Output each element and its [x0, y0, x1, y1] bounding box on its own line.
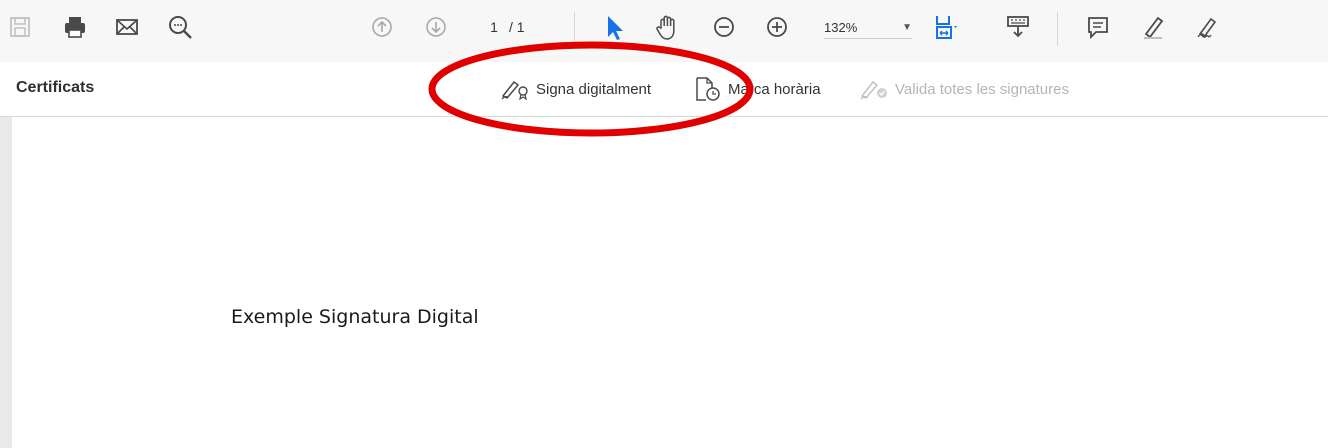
timestamp-button[interactable]: Marca horària: [694, 76, 821, 102]
page-gutter: [0, 117, 12, 448]
fill-sign-icon[interactable]: [1191, 10, 1225, 44]
sign-pen-icon: [501, 80, 528, 101]
search-icon[interactable]: [163, 10, 197, 44]
hand-icon[interactable]: [650, 10, 684, 44]
prev-page-icon[interactable]: [365, 10, 399, 44]
comment-icon[interactable]: [1081, 10, 1115, 44]
toolbar-divider: [574, 12, 575, 46]
panel-title: Certificats: [16, 79, 95, 96]
zoom-dropdown[interactable]: 132% ▼: [824, 16, 912, 39]
fit-width-icon[interactable]: [929, 10, 963, 44]
validate-pen-icon: [860, 80, 887, 100]
print-icon[interactable]: [58, 10, 92, 44]
chevron-down-icon: ▼: [902, 21, 912, 33]
document-clock-icon: [696, 77, 720, 101]
email-icon[interactable]: [110, 10, 144, 44]
certificates-toolbar: Certificats Signa digitalment Marca horà…: [0, 62, 1328, 117]
highlight-icon[interactable]: [1136, 10, 1170, 44]
page-indicator: 1 / 1: [479, 16, 569, 38]
document-viewport[interactable]: Exemple Signatura Digital: [0, 117, 1328, 448]
zoom-out-icon[interactable]: [707, 10, 741, 44]
zoom-in-icon[interactable]: [760, 10, 794, 44]
validate-all-signatures-button[interactable]: Valida totes les signatures: [859, 76, 1069, 102]
main-toolbar: 1 / 1 132% ▼: [0, 0, 1328, 62]
timestamp-label: Marca horària: [728, 80, 821, 98]
sign-digitally-label: Signa digitalment: [536, 80, 652, 98]
save-icon[interactable]: [3, 10, 37, 44]
page-total: / 1: [509, 19, 525, 35]
zoom-value: 132%: [824, 19, 858, 35]
next-page-icon[interactable]: [419, 10, 453, 44]
document-text: Exemple Signatura Digital: [231, 306, 479, 328]
keyboard-icon[interactable]: [1001, 10, 1035, 44]
sign-digitally-button[interactable]: Signa digitalment: [500, 76, 651, 102]
toolbar-divider: [1057, 12, 1058, 46]
page-number-input[interactable]: 1: [479, 19, 509, 35]
select-pointer-icon[interactable]: [597, 10, 631, 44]
validate-all-label: Valida totes les signatures: [895, 80, 1069, 98]
